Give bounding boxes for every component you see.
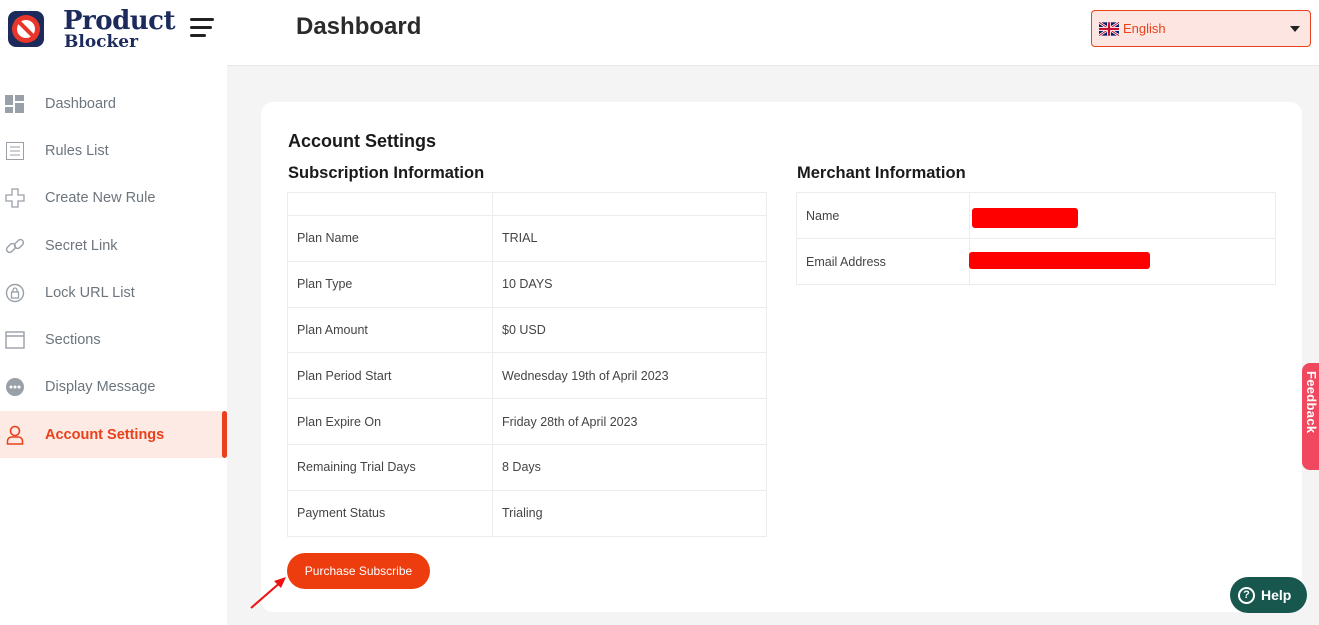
row-label: Remaining Trial Days xyxy=(287,443,493,491)
sidebar-item-dashboard[interactable]: Dashboard xyxy=(0,80,227,127)
sidebar-item-secret-link[interactable]: Secret Link xyxy=(0,222,227,269)
row-label: Payment Status xyxy=(287,489,493,537)
feedback-label: Feedback xyxy=(1304,371,1319,434)
dashboard-grid-icon xyxy=(5,94,25,114)
sidebar-item-rules-list[interactable]: Rules List xyxy=(0,127,227,174)
help-label: Help xyxy=(1261,587,1292,603)
row-label: Plan Expire On xyxy=(287,398,493,445)
sidebar-item-label: Account Settings xyxy=(45,426,165,443)
row-label: Email Address xyxy=(796,238,970,285)
row-value: $0 USD xyxy=(492,306,767,354)
row-value: Trialing xyxy=(492,489,767,537)
brand-logo[interactable]: Product Blocker xyxy=(8,6,208,56)
sidebar-item-account-settings[interactable]: Account Settings xyxy=(0,411,227,459)
sidebar-item-label: Create New Rule xyxy=(45,190,156,207)
sidebar-item-label: Rules List xyxy=(45,142,109,159)
uk-flag-icon xyxy=(1099,21,1119,37)
top-header: Dashboard English xyxy=(227,0,1319,66)
lock-url-icon xyxy=(5,283,25,303)
language-label: English xyxy=(1123,21,1166,36)
sidebar-nav: Dashboard Rules List Create New Rule Sec… xyxy=(0,80,227,459)
redaction-mark-name xyxy=(972,208,1078,228)
merchant-table: Name Email Address xyxy=(796,192,1276,285)
sidebar-item-display-message[interactable]: Display Message xyxy=(0,364,227,411)
sidebar-item-label: Dashboard xyxy=(45,95,116,112)
table-row xyxy=(287,192,767,216)
sidebar-item-label: Lock URL List xyxy=(45,284,135,301)
sidebar-item-create-new-rule[interactable]: Create New Rule xyxy=(0,175,227,222)
row-label: Plan Type xyxy=(287,260,493,308)
row-value: 8 Days xyxy=(492,443,767,491)
sidebar-item-label: Secret Link xyxy=(45,237,118,254)
window-icon xyxy=(5,330,25,350)
table-row: Payment Status Trialing xyxy=(287,489,767,537)
list-icon xyxy=(5,141,25,161)
annotation-arrow-icon xyxy=(250,577,286,609)
chevron-down-icon xyxy=(1290,26,1300,32)
help-button[interactable]: ? Help xyxy=(1230,577,1307,613)
table-row: Plan Type 10 DAYS xyxy=(287,260,767,308)
purchase-subscribe-button[interactable]: Purchase Subscribe xyxy=(287,553,430,589)
row-value: Wednesday 19th of April 2023 xyxy=(492,352,767,400)
table-row: Plan Name TRIAL xyxy=(287,215,767,262)
page-title: Dashboard xyxy=(296,13,422,40)
product-blocker-logo-icon xyxy=(8,11,44,47)
merchant-title: Merchant Information xyxy=(797,164,966,182)
table-row: Plan Amount $0 USD xyxy=(287,306,767,354)
subscription-title: Subscription Information xyxy=(288,164,485,182)
row-label: Plan Amount xyxy=(287,306,493,354)
account-settings-card: Account Settings Subscription Informatio… xyxy=(261,102,1302,612)
language-select[interactable]: English xyxy=(1091,10,1311,47)
row-value: TRIAL xyxy=(492,215,767,262)
sidebar: Product Blocker Dashboard Rules List Cre… xyxy=(0,0,227,625)
table-row: Remaining Trial Days 8 Days xyxy=(287,443,767,491)
sidebar-item-sections[interactable]: Sections xyxy=(0,316,227,363)
row-label: Plan Name xyxy=(287,215,493,262)
table-row: Plan Period Start Wednesday 19th of April… xyxy=(287,352,767,400)
sidebar-item-label: Sections xyxy=(45,332,101,349)
chat-dots-icon xyxy=(5,377,25,397)
question-icon: ? xyxy=(1238,586,1255,604)
sidebar-item-lock-url-list[interactable]: Lock URL List xyxy=(0,269,227,316)
sidebar-item-label: Display Message xyxy=(45,379,156,396)
brand-subtitle: Blocker xyxy=(64,32,139,52)
table-row: Plan Expire On Friday 28th of April 2023 xyxy=(287,398,767,445)
plus-icon xyxy=(5,188,25,208)
subscription-table: Plan Name TRIAL Plan Type 10 DAYS Plan Amo… xyxy=(287,192,767,537)
feedback-tab[interactable]: Feedback xyxy=(1302,363,1319,470)
link-icon xyxy=(5,236,25,256)
card-title: Account Settings xyxy=(288,131,437,151)
menu-toggle-icon[interactable] xyxy=(190,18,214,38)
row-label: Plan Period Start xyxy=(287,352,493,400)
redaction-mark-email xyxy=(969,252,1150,269)
row-value: 10 DAYS xyxy=(492,260,767,308)
row-label: Name xyxy=(796,192,970,239)
row-value: Friday 28th of April 2023 xyxy=(492,398,767,445)
user-icon xyxy=(5,425,25,445)
